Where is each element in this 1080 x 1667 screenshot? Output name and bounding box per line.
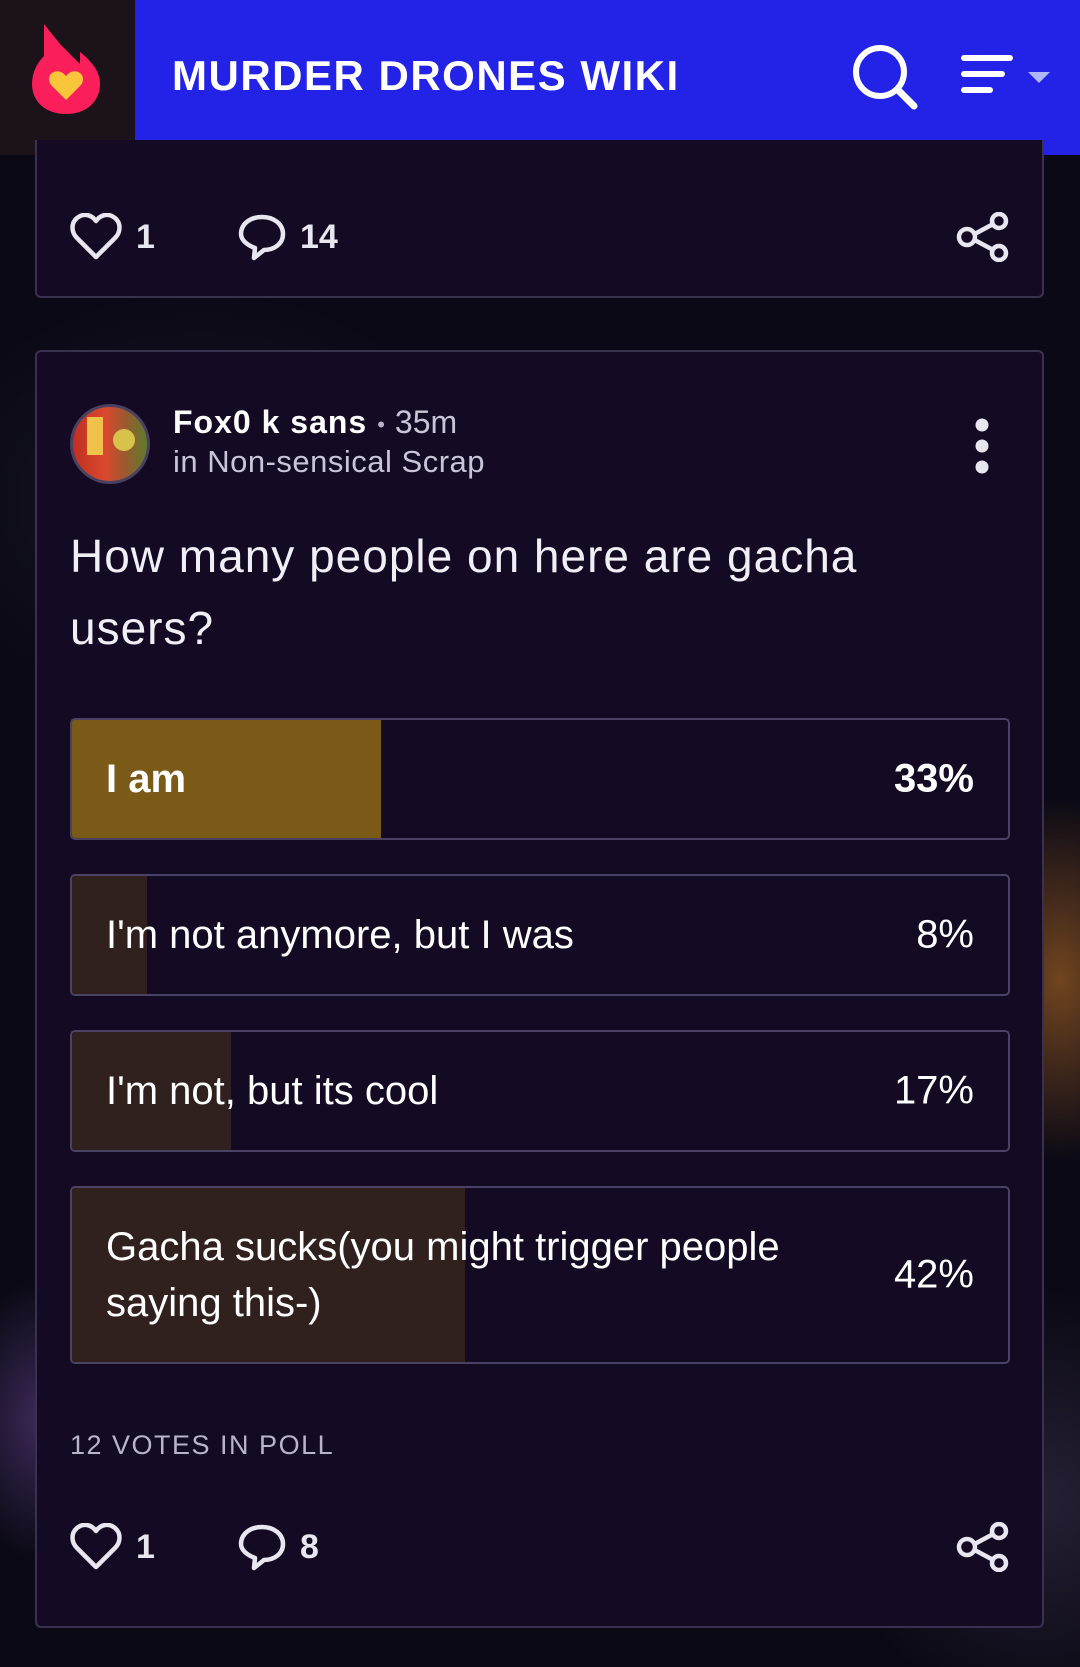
like-count: 1	[136, 1527, 155, 1566]
share-icon	[956, 211, 1009, 263]
comment-count: 8	[300, 1527, 319, 1566]
votes-count: 12 VOTES IN POLL	[70, 1430, 335, 1460]
share-icon	[956, 1521, 1009, 1573]
menu-icon	[961, 55, 1050, 93]
poll-option-percent: 42%	[893, 1252, 974, 1297]
poll-option-label: I am	[106, 757, 187, 801]
author-name[interactable]: Fox0 k sans	[173, 404, 367, 440]
poll-option[interactable]: Gacha sucks(you might trigger people say…	[70, 1186, 1010, 1364]
menu-button[interactable]	[960, 50, 1060, 106]
wiki-title[interactable]: MURDER DRONES WIKI	[172, 52, 680, 100]
search-icon	[853, 45, 918, 110]
share-button[interactable]	[956, 211, 1010, 267]
more-vertical-icon	[975, 418, 989, 474]
heart-icon	[70, 1523, 122, 1570]
post-meta: Fox0 k sans • 35m	[173, 404, 457, 441]
poll-option[interactable]: I'm not anymore, but I was 8%	[70, 874, 1010, 996]
comment-button[interactable]: 8	[238, 1522, 319, 1572]
post-actions: 1 14	[70, 211, 1010, 263]
fandom-flame-heart-icon	[32, 24, 100, 114]
like-button[interactable]: 1	[70, 1522, 155, 1572]
avatar[interactable]	[70, 404, 150, 484]
site-header: MURDER DRONES WIKI	[0, 0, 1080, 155]
poll-post-card: Fox0 k sans • 35m in Non-sensical Scrap Ho…	[35, 350, 1044, 1628]
previous-post-card: 1 14	[35, 140, 1044, 298]
poll-option-percent: 8%	[916, 912, 974, 957]
chevron-down-icon	[1028, 72, 1050, 83]
poll-option-label: I'm not anymore, but I was	[106, 913, 574, 957]
like-count: 1	[136, 217, 155, 256]
poll-option[interactable]: I'm not, but its cool 17%	[70, 1030, 1010, 1152]
post-time: 35m	[394, 404, 458, 440]
comment-button[interactable]: 14	[238, 212, 338, 262]
poll-question: How many people on here are gacha users?	[70, 530, 858, 654]
poll-option[interactable]: I am 33%	[70, 718, 1010, 840]
comment-count: 14	[300, 217, 338, 256]
poll-option-percent: 17%	[893, 1068, 974, 1113]
comment-icon	[238, 1524, 286, 1571]
fandom-logo[interactable]	[0, 0, 135, 155]
like-button[interactable]: 1	[70, 212, 155, 262]
post-actions: 1 8	[70, 1521, 1010, 1573]
separator-dot: •	[377, 411, 385, 437]
more-options-button[interactable]	[972, 417, 992, 475]
poll-option-percent: 33%	[893, 756, 974, 801]
search-button[interactable]	[850, 42, 920, 112]
poll-option-label: Gacha sucks(you might trigger people say…	[106, 1225, 780, 1325]
share-button[interactable]	[956, 1521, 1010, 1577]
comment-icon	[238, 214, 286, 261]
community-name[interactable]: in Non-sensical Scrap	[173, 444, 485, 480]
poll-option-label: I'm not, but its cool	[106, 1069, 439, 1113]
heart-icon	[70, 213, 122, 260]
